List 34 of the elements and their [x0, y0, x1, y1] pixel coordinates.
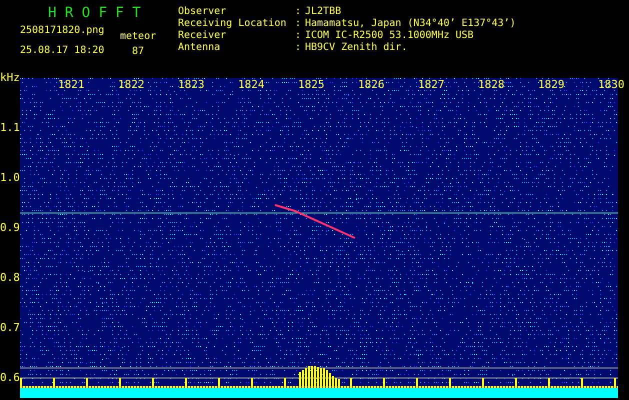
time-label: 1826 [358, 79, 384, 91]
time-label: 1822 [118, 79, 144, 91]
field-label: Observer [178, 6, 228, 18]
frequency-label: 1.0 [0, 172, 20, 184]
time-label: 1824 [238, 79, 264, 91]
frequency-label: 0.6 [0, 372, 20, 384]
time-label: 1828 [478, 79, 504, 91]
axis-unit: kHz [0, 72, 20, 84]
field-separator: : [295, 18, 302, 30]
time-label: 1821 [58, 79, 84, 91]
file-name: 2508171820.png [20, 25, 106, 37]
date-time: 25.08.17 18:20 [20, 45, 106, 57]
time-label: 1829 [538, 79, 564, 91]
field-separator: : [295, 30, 302, 42]
counter-label: meteor [120, 31, 156, 43]
field-value: ICOM IC-R2500 53.1000MHz USB [305, 30, 474, 42]
frequency-label: 1.1 [0, 122, 20, 134]
field-value: JL2TBB [305, 6, 342, 18]
field-value: Hamamatsu, Japan (N34°40’ E137°43’) [305, 18, 516, 30]
frequency-label: 0.8 [0, 272, 20, 284]
field-label: Receiver [178, 30, 228, 42]
field-label: Receiving Location [178, 18, 288, 30]
field-separator: : [295, 6, 302, 18]
time-label: 1823 [178, 79, 204, 91]
field-separator: : [295, 42, 302, 54]
time-label: 1830 [598, 79, 624, 91]
counter-value: 87 [132, 46, 144, 58]
time-label: 1827 [418, 79, 444, 91]
frequency-label: 0.7 [0, 322, 20, 334]
frequency-label: 0.9 [0, 222, 20, 234]
app-title: H R O F F T [48, 5, 142, 21]
time-label: 1825 [298, 79, 324, 91]
field-value: HB9CV Zenith dir. [305, 42, 408, 54]
field-label: Antenna [178, 42, 222, 54]
